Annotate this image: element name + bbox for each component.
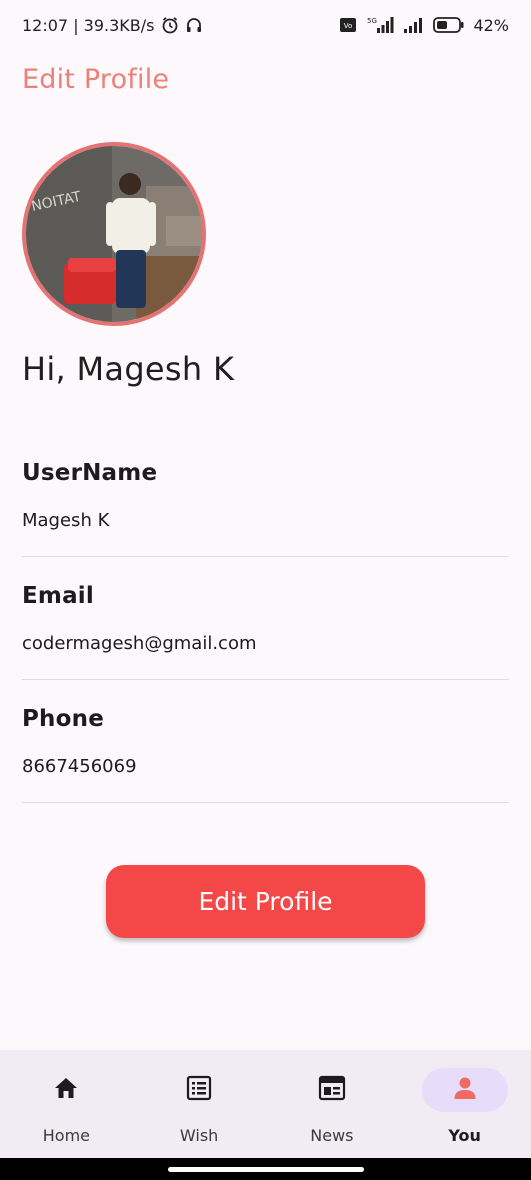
battery-percent: 42% [473, 15, 509, 35]
person-icon [452, 1075, 478, 1105]
avatar-photo: NOITAT [26, 146, 202, 322]
page-title: Edit Profile [22, 64, 170, 95]
svg-text:Vo: Vo [344, 22, 353, 30]
home-indicator[interactable] [167, 1166, 364, 1172]
home-icon [53, 1076, 79, 1104]
status-right: Vo 5G 42% [339, 16, 509, 35]
status-time: 12:07 | 39.3KB/s [22, 15, 155, 35]
nav-item-wish[interactable]: Wish [133, 1050, 266, 1158]
status-left: 12:07 | 39.3KB/s [22, 16, 203, 35]
nav-icon-container [23, 1068, 109, 1112]
nav-item-home[interactable]: Home [0, 1050, 133, 1158]
phone-field: Phone 8667456069 [22, 706, 509, 803]
list-icon [186, 1075, 212, 1105]
bottom-navigation: Home Wish News You [0, 1050, 531, 1158]
screen: 12:07 | 39.3KB/s Vo 5G 42% Edit Profile … [0, 0, 531, 1180]
username-label: UserName [22, 460, 158, 486]
greeting: Hi, Magesh K [22, 350, 235, 388]
nav-icon-container-active [421, 1068, 508, 1112]
gesture-bar [0, 1158, 531, 1180]
newspaper-icon [318, 1075, 346, 1105]
nav-icon-container [289, 1068, 375, 1112]
signal-5g-icon: 5G [365, 16, 395, 34]
volte-icon: Vo [339, 17, 357, 33]
nav-label-wish: Wish [179, 1126, 219, 1145]
battery-icon [433, 17, 465, 33]
signal-icon [403, 16, 425, 34]
email-value: codermagesh@gmail.com [22, 633, 257, 654]
status-bar: 12:07 | 39.3KB/s Vo 5G 42% [0, 0, 531, 50]
email-field: Email codermagesh@gmail.com [22, 583, 509, 680]
headphones-icon [185, 16, 203, 34]
nav-label-news: News [310, 1126, 354, 1145]
nav-label-you: You [448, 1126, 481, 1145]
username-value: Magesh K [22, 510, 110, 531]
avatar[interactable]: NOITAT [22, 142, 206, 326]
email-label: Email [22, 583, 94, 609]
phone-label: Phone [22, 706, 105, 732]
phone-value: 8667456069 [22, 756, 137, 777]
alarm-icon [161, 16, 179, 34]
nav-label-home: Home [42, 1126, 90, 1145]
nav-item-you[interactable]: You [398, 1050, 531, 1158]
username-field: UserName Magesh K [22, 460, 509, 557]
nav-item-news[interactable]: News [266, 1050, 399, 1158]
nav-icon-container [156, 1068, 242, 1112]
edit-profile-button[interactable]: Edit Profile [106, 865, 425, 938]
svg-text:5G: 5G [367, 17, 377, 25]
